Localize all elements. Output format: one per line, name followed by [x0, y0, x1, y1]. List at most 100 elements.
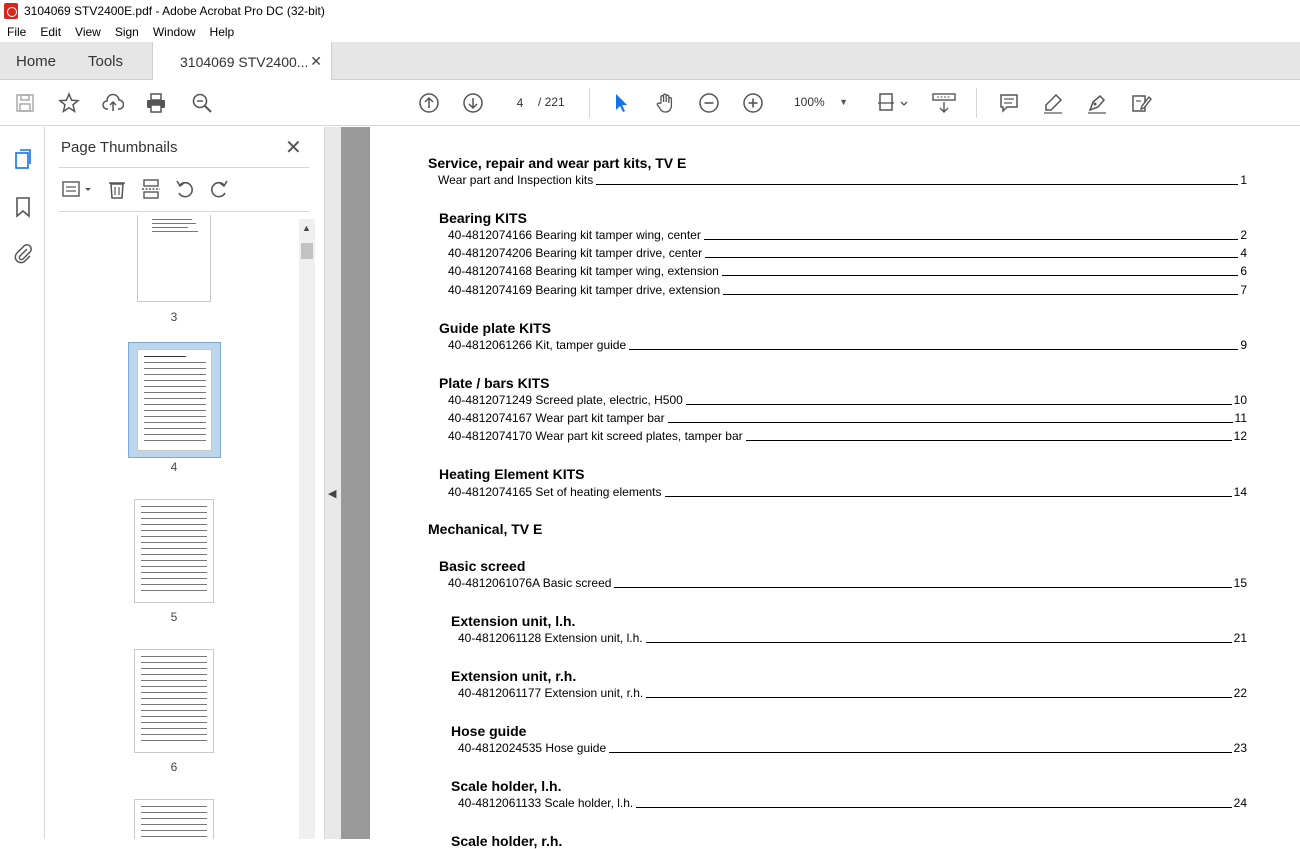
toc-entry[interactable]: 40-4812061266 Kit, tamper guide 9 — [448, 338, 1247, 352]
toc-entry-text: 40-4812074170 Wear part kit screed plate… — [448, 429, 743, 443]
toc-leader-line — [646, 697, 1232, 698]
highlight-icon[interactable] — [1041, 91, 1065, 115]
toc-leader-line — [745, 440, 1232, 441]
scrollbar-thumb[interactable] — [301, 243, 313, 259]
hand-tool-icon[interactable] — [653, 91, 677, 115]
toc-subsection-heading: Bearing KITS — [439, 210, 527, 226]
bookmarks-icon[interactable] — [11, 195, 35, 219]
toc-leader-line — [721, 275, 1239, 276]
toc-entry[interactable]: 40-4812074206 Bearing kit tamper drive, … — [448, 246, 1247, 260]
scroll-up-icon[interactable]: ▲ — [302, 223, 311, 233]
close-icon[interactable]: ✕ — [285, 135, 302, 160]
thumbnail-tools — [61, 177, 241, 201]
fill-sign-icon[interactable] — [1129, 91, 1153, 115]
thumbnail-page[interactable] — [137, 215, 211, 302]
toc-entry-page: 1 — [1240, 173, 1247, 187]
toc-entry[interactable]: 40-4812074168 Bearing kit tamper wing, e… — [448, 264, 1247, 278]
draw-pen-icon[interactable] — [1085, 91, 1109, 115]
toc-entry-text: 40-4812071249 Screed plate, electric, H5… — [448, 393, 683, 407]
tab-document[interactable]: 3104069 STV2400... ✕ — [152, 42, 332, 81]
thumbnail-page[interactable] — [134, 499, 214, 603]
toc-leader-line — [596, 184, 1239, 185]
toc-entry[interactable]: 40-4812074170 Wear part kit screed plate… — [448, 429, 1247, 443]
thumbnail-page-selected[interactable] — [137, 349, 212, 451]
toc-entry-text: 40-4812061128 Extension unit, l.h. — [458, 631, 643, 645]
extract-pages-icon[interactable] — [139, 177, 163, 201]
delete-page-icon[interactable] — [105, 177, 129, 201]
toc-section-heading: Service, repair and wear part kits, TV E — [428, 155, 687, 171]
thumbnail-label: 5 — [170, 610, 178, 624]
next-page-icon[interactable] — [461, 91, 485, 115]
toc-entry[interactable]: 40-4812074165 Set of heating elements 14 — [448, 485, 1247, 499]
menu-sign[interactable]: Sign — [115, 25, 139, 39]
toc-entry[interactable]: 40-4812074169 Bearing kit tamper drive, … — [448, 283, 1247, 297]
divider — [59, 167, 309, 168]
thumbnail-scrollbar[interactable]: ▲ — [299, 219, 315, 839]
rotate-right-icon[interactable] — [207, 177, 231, 201]
toc-subsection-heading: Guide plate KITS — [439, 320, 552, 336]
toc-entry-page: 21 — [1233, 631, 1247, 645]
toc-leader-line — [645, 642, 1232, 643]
star-icon[interactable] — [57, 91, 81, 115]
previous-page-icon[interactable] — [417, 91, 441, 115]
toc-entry[interactable]: 40-4812074166 Bearing kit tamper wing, c… — [448, 228, 1247, 242]
toc-entry-text: 40-4812074166 Bearing kit tamper wing, c… — [448, 228, 701, 242]
collapse-panel-icon[interactable]: ◀ — [328, 487, 336, 500]
toc-entry-page: 22 — [1233, 686, 1247, 700]
toc-entry-text: 40-4812074165 Set of heating elements — [448, 485, 662, 499]
menu-window[interactable]: Window — [153, 25, 196, 39]
toc-entry[interactable]: 40-4812061076A Basic screed 15 — [448, 576, 1247, 590]
toc-subsection-heading: Scale holder, r.h. — [451, 833, 563, 849]
fit-page-icon[interactable] — [877, 91, 911, 115]
tab-home[interactable]: Home — [16, 42, 56, 80]
options-menu-icon[interactable] — [61, 177, 95, 201]
toc-entry-page: 24 — [1233, 796, 1247, 810]
toc-entry-text: 40-4812074167 Wear part kit tamper bar — [448, 411, 665, 425]
scroll-mode-icon[interactable] — [931, 91, 957, 115]
select-cursor-icon[interactable] — [609, 91, 633, 115]
menu-edit[interactable]: Edit — [40, 25, 61, 39]
toc-entry-page: 10 — [1233, 393, 1247, 407]
thumbnail-page[interactable] — [134, 799, 214, 839]
menu-bar: File Edit View Sign Window Help — [0, 22, 1300, 42]
zoom-out-icon[interactable] — [697, 91, 721, 115]
menu-help[interactable]: Help — [210, 25, 235, 39]
page-thumbnails-icon[interactable] — [11, 147, 35, 171]
toc-entry[interactable]: 40-4812074167 Wear part kit tamper bar 11 — [448, 411, 1247, 425]
comment-icon[interactable] — [997, 91, 1021, 115]
tab-bar: Home Tools 3104069 STV2400... ✕ — [0, 42, 1300, 81]
print-icon[interactable] — [144, 91, 168, 115]
zoom-in-icon[interactable] — [741, 91, 765, 115]
toc-entry[interactable]: Wear part and Inspection kits 1 — [438, 173, 1247, 187]
toc-entry-text: 40-4812061133 Scale holder, l.h. — [458, 796, 634, 810]
toc-entry[interactable]: 40-4812061128 Extension unit, l.h. 21 — [458, 631, 1247, 645]
menu-file[interactable]: File — [7, 25, 26, 39]
toc-leader-line — [664, 496, 1232, 497]
tab-document-label: 3104069 STV2400... — [180, 53, 309, 70]
toc-subsection-heading: Scale holder, l.h. — [451, 778, 562, 794]
tab-tools[interactable]: Tools — [88, 42, 123, 80]
toc-subsection-heading: Hose guide — [451, 723, 527, 739]
toc-leader-line — [629, 349, 1239, 350]
close-tab-icon[interactable]: ✕ — [310, 53, 322, 70]
rotate-left-icon[interactable] — [173, 177, 197, 201]
divider — [59, 211, 309, 212]
cloud-upload-icon[interactable] — [101, 91, 125, 115]
toc-entry-text: 40-4812074206 Bearing kit tamper drive, … — [448, 246, 703, 260]
thumbnail-list: 3 4 5 6 — [45, 213, 307, 839]
toc-entry-text: 40-4812024535 Hose guide — [458, 741, 607, 755]
menu-view[interactable]: View — [75, 25, 101, 39]
toc-entry[interactable]: 40-4812061177 Extension unit, r.h. 22 — [458, 686, 1247, 700]
toc-entry[interactable]: 40-4812071249 Screed plate, electric, H5… — [448, 393, 1247, 407]
toc-entry-page: 11 — [1234, 411, 1247, 425]
page-number-input[interactable]: 4 — [506, 91, 534, 113]
toc-subsection-heading: Extension unit, l.h. — [451, 613, 576, 629]
save-icon[interactable] — [13, 91, 37, 115]
zoom-select[interactable]: 100% ▼ — [786, 91, 854, 113]
thumbnail-page[interactable] — [134, 649, 214, 753]
zoom-search-icon[interactable] — [190, 91, 214, 115]
attachments-icon[interactable] — [11, 241, 35, 265]
toc-entry[interactable]: 40-4812024535 Hose guide 23 — [458, 741, 1247, 755]
panel-collapse-strip[interactable]: ◀ — [325, 127, 341, 839]
toc-entry[interactable]: 40-4812061133 Scale holder, l.h. 24 — [458, 796, 1247, 810]
